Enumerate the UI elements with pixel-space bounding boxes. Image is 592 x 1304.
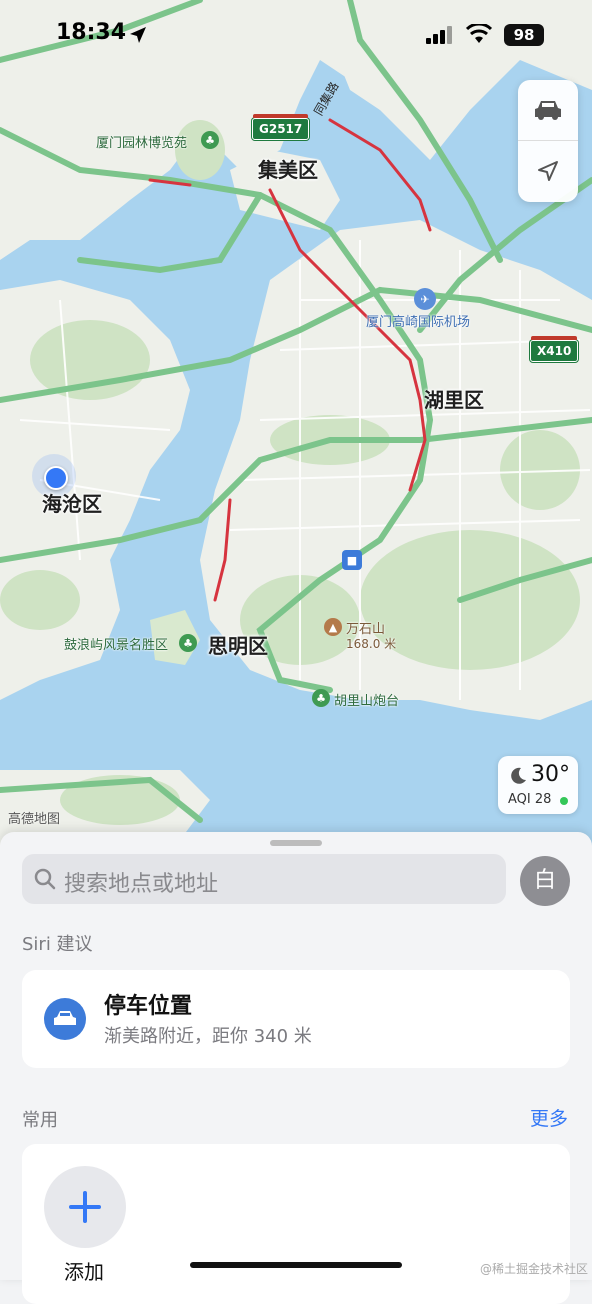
district-jimei[interactable]: 集美区 <box>258 154 318 183</box>
aqi-status-dot <box>560 797 568 805</box>
airport-icon: ✈ <box>414 288 436 310</box>
wifi-icon <box>466 24 492 43</box>
search-placeholder: 搜索地点或地址 <box>64 872 219 897</box>
poi-airport[interactable]: 厦门高崎国际机场 <box>366 311 470 330</box>
car-icon <box>54 1011 76 1025</box>
poi-gulangyu[interactable]: 鼓浪屿风景名胜区 <box>64 634 168 653</box>
map-mode-button[interactable] <box>518 80 578 140</box>
current-location-dot[interactable] <box>44 466 68 490</box>
district-huli[interactable]: 湖里区 <box>424 384 484 413</box>
map-attribution: 高德地图 <box>8 812 61 827</box>
map-view[interactable]: 18:34 98 G2517 X410 同集路 集美区 湖里区 海沧区 思明区 … <box>0 0 592 860</box>
map-controls <box>518 80 578 202</box>
weather-temperature: 30° <box>531 762 570 787</box>
signal-icon <box>426 26 452 44</box>
battery-indicator: 98 <box>504 24 544 46</box>
mountain-icon: ▲ <box>324 618 342 636</box>
bottom-sheet[interactable]: 搜索地点或地址 白 Siri 建议 停车位置 渐美路附近，距你 340 米 常用… <box>0 832 592 1304</box>
moon-icon <box>511 767 526 784</box>
poi-hulishan[interactable]: 胡里山炮台 <box>334 690 399 709</box>
status-bar: 18:34 98 <box>0 0 592 70</box>
add-favorite-button[interactable] <box>44 1166 126 1248</box>
status-time: 18:34 <box>56 20 127 45</box>
car-icon <box>535 101 561 120</box>
weather-aqi: AQI 28 <box>508 792 552 807</box>
suggestion-subtitle: 渐美路附近，距你 340 米 <box>104 1026 312 1047</box>
parked-car-icon <box>44 998 86 1040</box>
parking-suggestion-card[interactable]: 停车位置 渐美路附近，距你 340 米 <box>22 970 570 1068</box>
weather-widget[interactable]: 30° AQI 28 <box>498 756 578 814</box>
park-icon: ♣ <box>201 131 219 149</box>
poi-garden-expo[interactable]: 厦门园林博览苑 <box>96 132 187 151</box>
locate-me-button[interactable] <box>518 141 578 201</box>
district-haicang[interactable]: 海沧区 <box>42 488 102 517</box>
sheet-grabber[interactable] <box>270 840 322 846</box>
poi-wanshishan-height: 168.0 米 <box>346 637 397 651</box>
search-icon <box>34 868 56 890</box>
district-siming[interactable]: 思明区 <box>208 630 268 659</box>
more-link[interactable]: 更多 <box>530 1104 568 1131</box>
home-indicator[interactable] <box>190 1262 402 1268</box>
favorites-card: 添加 <box>22 1144 570 1304</box>
road-shield-x410[interactable]: X410 <box>530 336 579 362</box>
search-input[interactable]: 搜索地点或地址 <box>22 854 506 904</box>
avatar[interactable]: 白 <box>520 856 570 906</box>
location-arrow-icon <box>130 27 146 43</box>
plus-icon <box>69 1191 101 1223</box>
park-icon: ♣ <box>312 689 330 707</box>
suggestion-title: 停车位置 <box>104 994 193 1019</box>
add-favorite-label: 添加 <box>64 1260 104 1284</box>
footer-watermark: @稀土掘金技术社区 <box>479 1262 588 1276</box>
location-arrow-outline-icon <box>538 161 558 181</box>
siri-suggestions-title: Siri 建议 <box>22 934 93 955</box>
train-station-icon[interactable]: ■ <box>342 550 362 570</box>
favorites-title: 常用 <box>22 1110 58 1131</box>
road-shield-g2517[interactable]: G2517 <box>252 114 310 140</box>
park-icon: ♣ <box>179 634 197 652</box>
